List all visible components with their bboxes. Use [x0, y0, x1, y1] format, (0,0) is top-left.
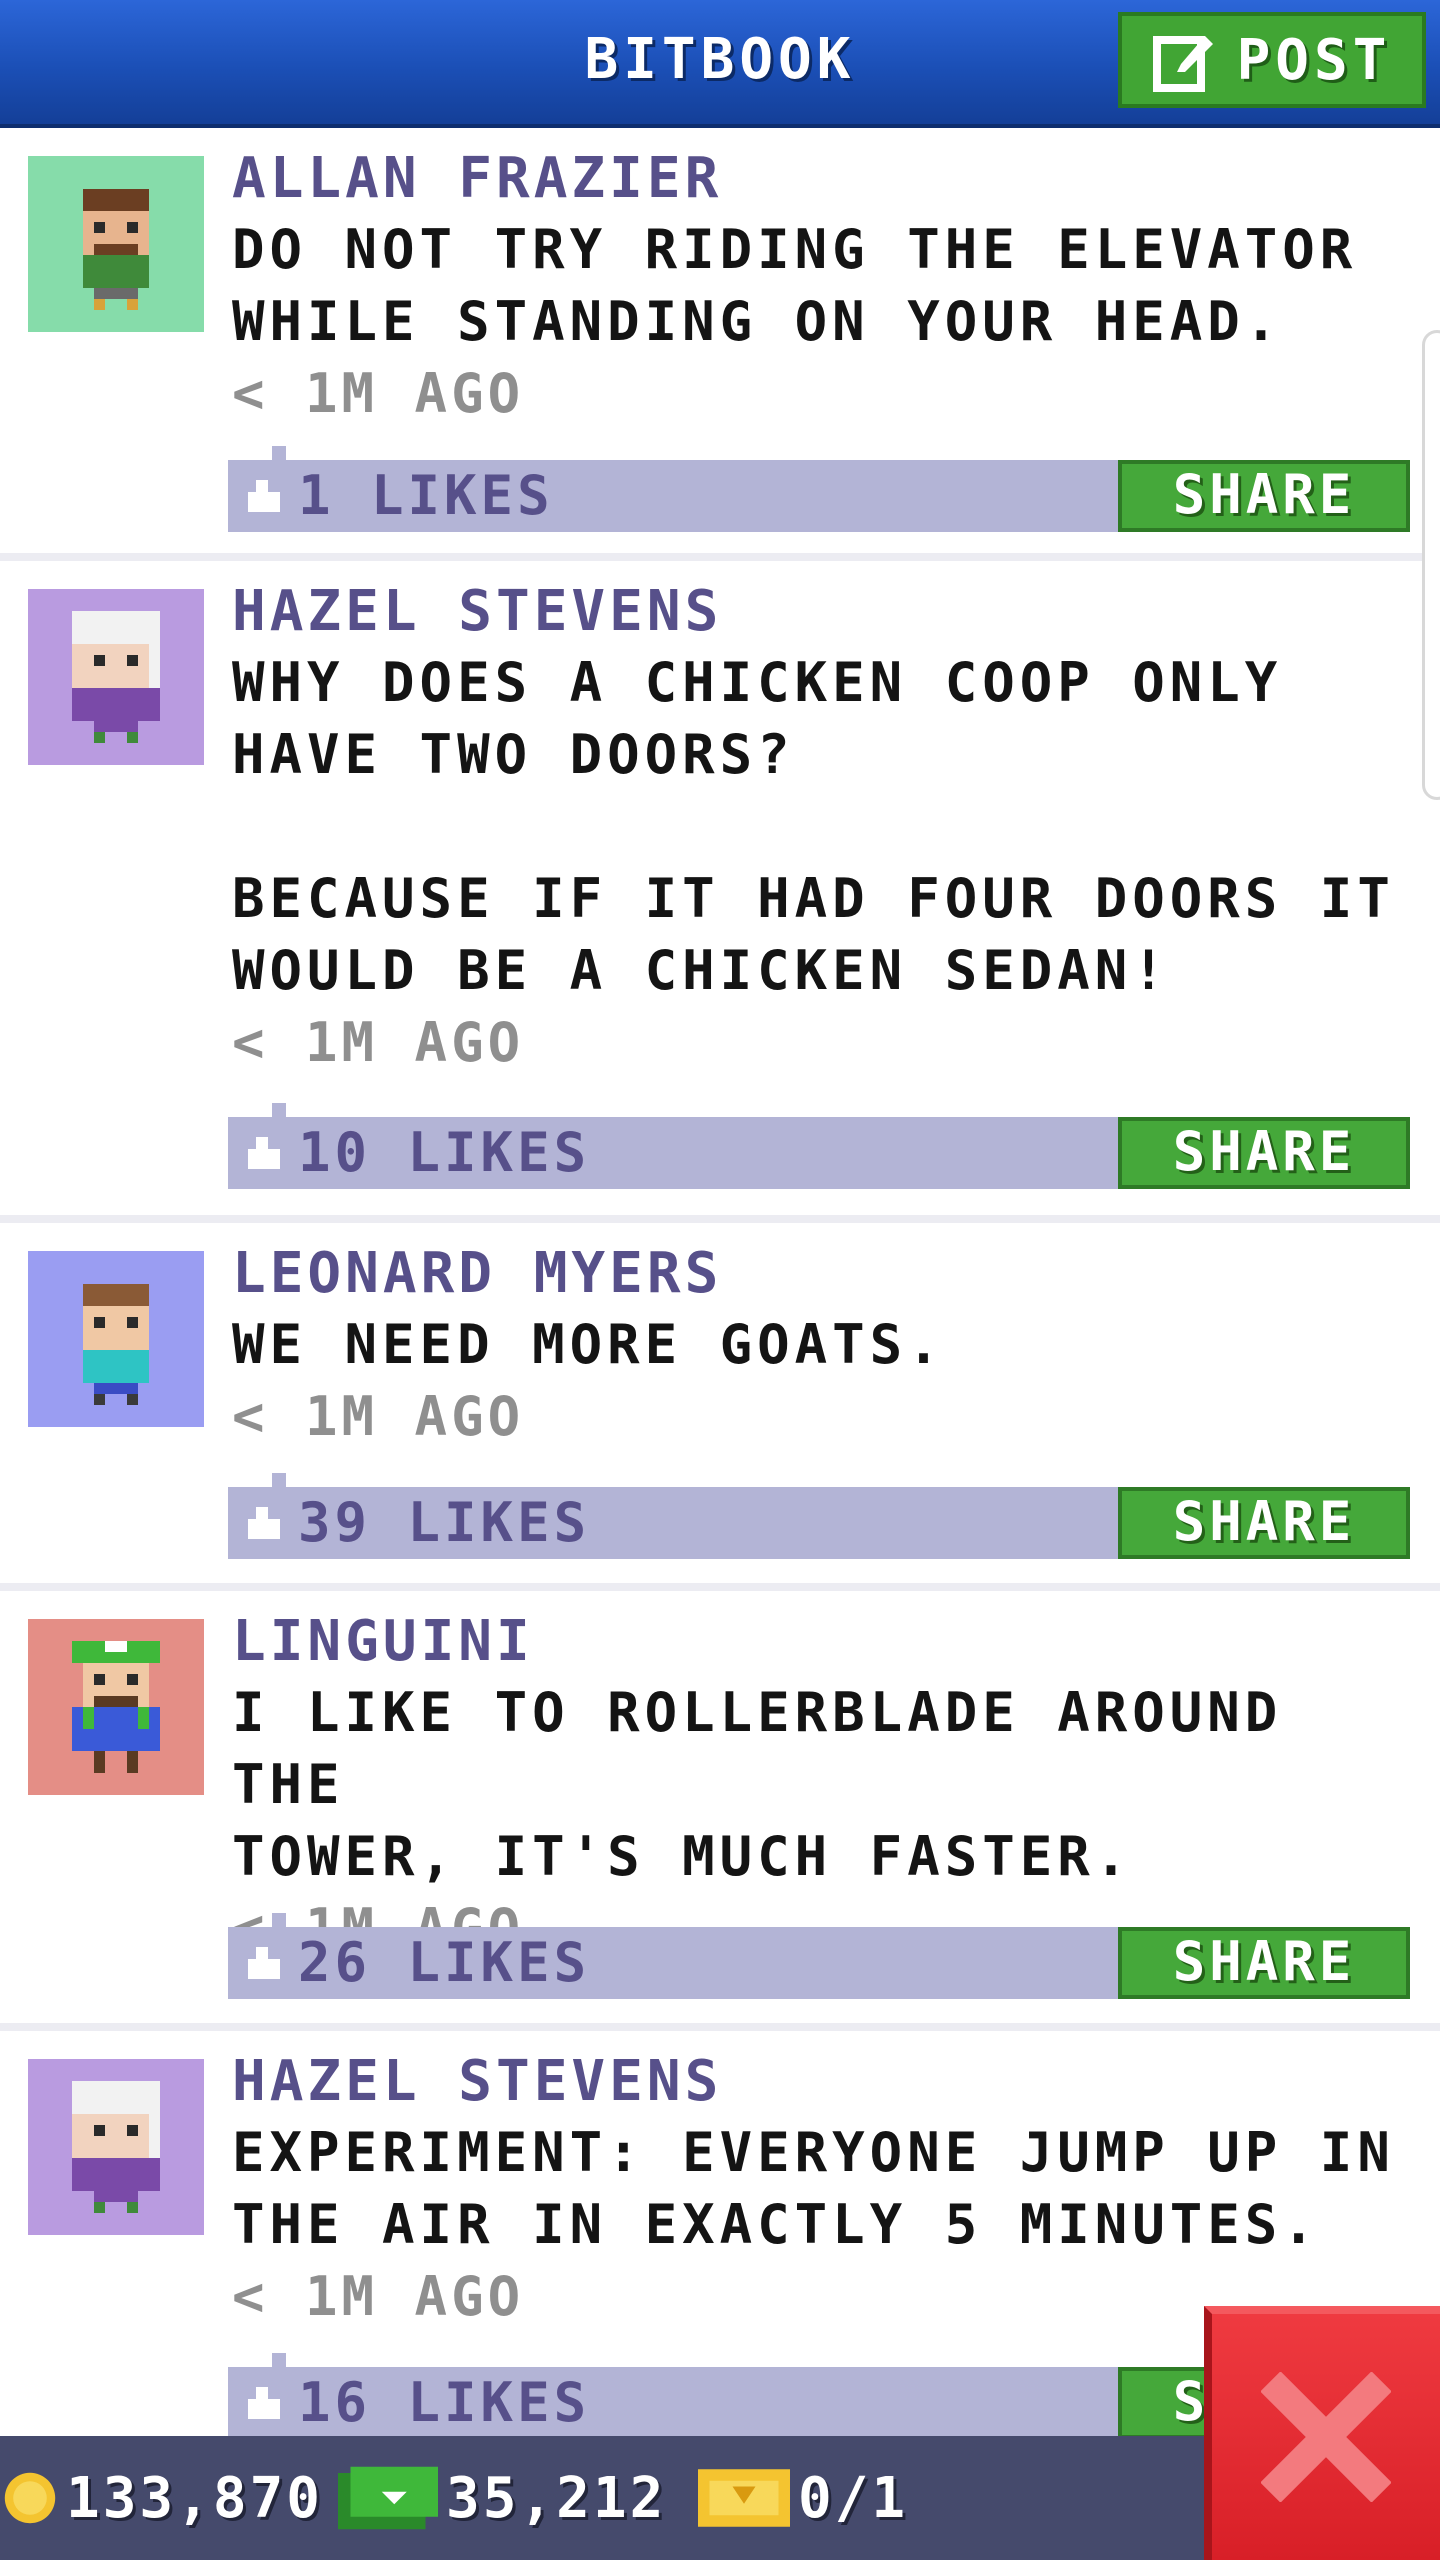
- post-author[interactable]: LEONARD MYERS: [232, 1239, 1400, 1309]
- like-button[interactable]: 39 LIKES: [244, 1487, 590, 1559]
- post-action-bar: 10 LIKES SHARE: [228, 1103, 1410, 1189]
- avatar-man-icon: [28, 156, 204, 332]
- post-text: EXPERIMENT: EVERYONE JUMP UP IN THE AIR …: [232, 2121, 1395, 2256]
- feed-post: LEONARD MYERS WE NEED MORE GOATS. < 1M A…: [0, 1223, 1440, 1591]
- avatar[interactable]: [28, 156, 204, 332]
- share-button[interactable]: SHARE: [1118, 460, 1410, 532]
- coin-icon: [4, 2472, 56, 2524]
- post-time: < 1M AGO: [232, 362, 525, 425]
- post-action-bar: 39 LIKES SHARE: [228, 1473, 1410, 1559]
- tickets-value: 0/1: [798, 2465, 909, 2531]
- post-action-bar: 26 LIKES SHARE: [228, 1913, 1410, 1999]
- like-button[interactable]: 10 LIKES: [244, 1117, 590, 1189]
- avatar-boy-icon: [28, 1251, 204, 1427]
- top-bar: BITBOOK POST: [0, 0, 1440, 128]
- like-icon: [248, 1137, 280, 1169]
- post-author[interactable]: HAZEL STEVENS: [232, 2047, 1400, 2117]
- like-button[interactable]: 26 LIKES: [244, 1927, 590, 1999]
- share-button[interactable]: SHARE: [1118, 1487, 1410, 1559]
- like-icon: [248, 480, 280, 512]
- post-button[interactable]: POST: [1118, 12, 1426, 108]
- likes-count: 1 LIKES: [298, 464, 554, 527]
- bux-stat: 35,212: [338, 2436, 666, 2560]
- feed-post: HAZEL STEVENS WHY DOES A CHICKEN COOP ON…: [0, 561, 1440, 1223]
- compose-icon: [1152, 36, 1213, 92]
- share-button[interactable]: SHARE: [1118, 1117, 1410, 1189]
- likes-count: 39 LIKES: [298, 1491, 591, 1554]
- post-text: I LIKE TO ROLLERBLADE AROUND THE TOWER, …: [232, 1681, 1283, 1888]
- golden-ticket-icon: [698, 2469, 790, 2527]
- post-author[interactable]: HAZEL STEVENS: [232, 577, 1400, 647]
- post-author[interactable]: LINGUINI: [232, 1607, 1400, 1677]
- bux-value: 35,212: [446, 2465, 667, 2531]
- coins-stat: 133,870: [2, 2436, 323, 2560]
- share-button[interactable]: SHARE: [1118, 1927, 1410, 1999]
- like-icon: [248, 1507, 280, 1539]
- avatar-plumber-icon: [28, 1619, 204, 1795]
- avatar[interactable]: [28, 589, 204, 765]
- like-button[interactable]: 1 LIKES: [244, 460, 554, 532]
- post-text: DO NOT TRY RIDING THE ELEVATOR WHILE STA…: [232, 218, 1358, 353]
- likes-count: 10 LIKES: [298, 1121, 591, 1184]
- post-time: < 1M AGO: [232, 1011, 525, 1074]
- avatar[interactable]: [28, 2059, 204, 2235]
- avatar[interactable]: [28, 1251, 204, 1427]
- post-author[interactable]: ALLAN FRAZIER: [232, 144, 1400, 214]
- avatar-grandma-icon: [28, 2059, 204, 2235]
- like-button[interactable]: 16 LIKES: [244, 2367, 590, 2439]
- post-action-bar: 1 LIKES SHARE: [228, 446, 1410, 532]
- like-icon: [248, 1947, 280, 1979]
- close-icon: [1261, 2372, 1391, 2502]
- feed-list[interactable]: ALLAN FRAZIER DO NOT TRY RIDING THE ELEV…: [0, 128, 1440, 2471]
- bux-icon: [338, 2466, 438, 2530]
- coins-value: 133,870: [66, 2465, 324, 2531]
- post-time: < 1M AGO: [232, 1385, 525, 1448]
- avatar-grandma-icon: [28, 589, 204, 765]
- post-text: WHY DOES A CHICKEN COOP ONLY HAVE TWO DO…: [232, 651, 1395, 1002]
- likes-count: 26 LIKES: [298, 1931, 591, 1994]
- tickets-stat: 0/1: [698, 2436, 908, 2560]
- post-button-label: POST: [1236, 27, 1392, 93]
- likes-count: 16 LIKES: [298, 2371, 591, 2434]
- scroll-indicator[interactable]: [1422, 330, 1440, 800]
- close-button[interactable]: [1204, 2306, 1440, 2560]
- feed-post: ALLAN FRAZIER DO NOT TRY RIDING THE ELEV…: [0, 128, 1440, 561]
- feed-post: LINGUINI I LIKE TO ROLLERBLADE AROUND TH…: [0, 1591, 1440, 2031]
- like-icon: [248, 2387, 280, 2419]
- post-text: WE NEED MORE GOATS.: [232, 1313, 945, 1376]
- avatar[interactable]: [28, 1619, 204, 1795]
